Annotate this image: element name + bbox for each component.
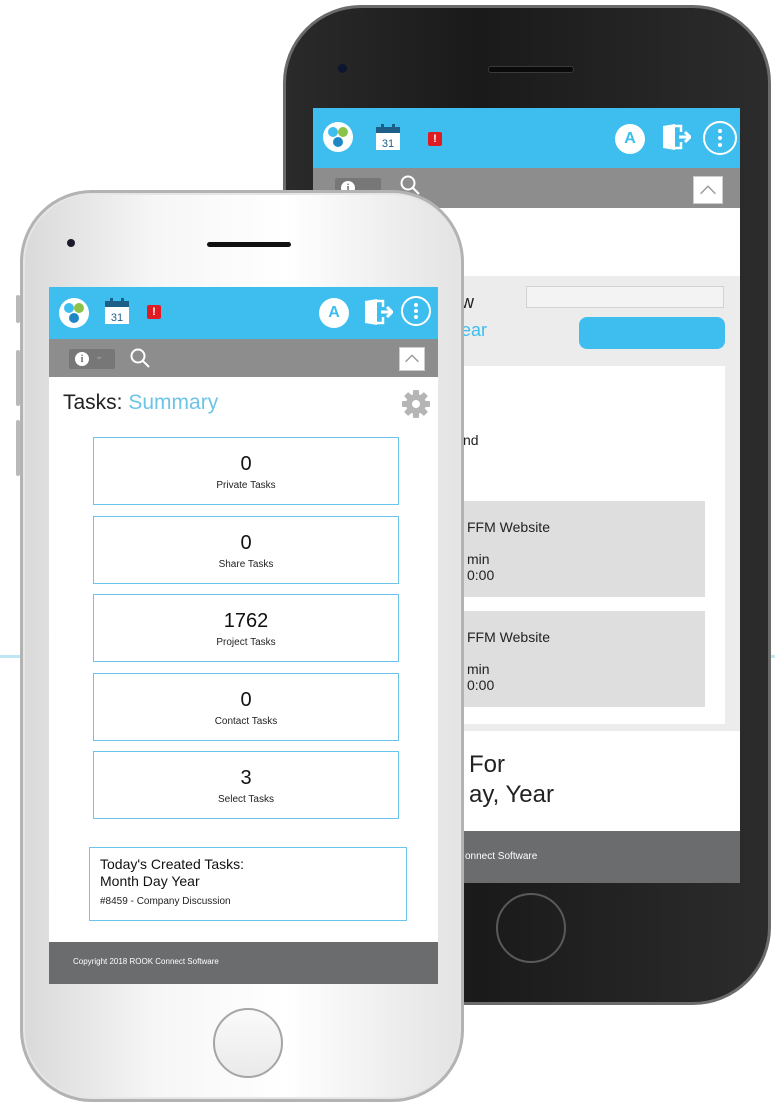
back-heading-line2: ay, Year xyxy=(469,781,554,808)
gear-icon[interactable] xyxy=(401,389,431,419)
back-footer-text: onnect Software xyxy=(465,851,538,862)
task-label: Project Tasks xyxy=(216,637,276,648)
info-icon[interactable]: i ⌄ xyxy=(69,349,115,369)
back-home-button[interactable] xyxy=(496,893,566,963)
search-icon[interactable] xyxy=(129,347,151,369)
task-label: Private Tasks xyxy=(216,480,276,491)
back-heading-line1: For xyxy=(469,751,505,778)
menu-icon[interactable] xyxy=(401,296,431,326)
card-title: FFM Website xyxy=(467,629,550,645)
task-label: Select Tasks xyxy=(218,794,274,805)
page-title-accent: Summary xyxy=(128,391,219,414)
task-card-project[interactable]: 1762 Project Tasks xyxy=(93,594,399,662)
page-title-prefix: Tasks: xyxy=(63,391,123,414)
task-count: 0 xyxy=(240,453,252,475)
collapse-icon[interactable] xyxy=(693,176,723,204)
page-title: Tasks: Summary xyxy=(63,391,218,415)
task-card-private[interactable]: 0 Private Tasks xyxy=(93,437,399,505)
collapse-icon[interactable] xyxy=(399,347,425,371)
avatar-icon[interactable]: A xyxy=(615,124,645,154)
task-count: 1762 xyxy=(223,610,269,632)
front-screen: 31 ! A i ⌄ Tasks: Summary 0 Private Task… xyxy=(49,287,438,984)
today-created-tasks: Today's Created Tasks: Month Day Year #8… xyxy=(89,847,407,921)
side-button xyxy=(16,420,20,476)
task-label: Share Tasks xyxy=(218,559,274,570)
back-card[interactable]: FFM Website min 0:00 xyxy=(463,501,705,597)
alert-icon[interactable]: ! xyxy=(147,305,161,319)
avatar-icon[interactable]: A xyxy=(319,298,349,328)
today-title-line2: Month Day Year xyxy=(100,873,200,889)
task-count: 0 xyxy=(240,689,252,711)
back-card[interactable]: FFM Website min 0:00 xyxy=(463,611,705,707)
front-phone: 31 ! A i ⌄ Tasks: Summary 0 Private Task… xyxy=(20,190,464,1102)
task-card-select[interactable]: 3 Select Tasks xyxy=(93,751,399,819)
task-card-contact[interactable]: 0 Contact Tasks xyxy=(93,673,399,741)
logout-icon[interactable] xyxy=(659,122,691,152)
toolbar: i ⌄ xyxy=(49,339,438,377)
alert-icon[interactable]: ! xyxy=(428,132,442,146)
back-label-ear: ear xyxy=(461,320,488,340)
today-task-link[interactable]: #8459 - Company Discussion xyxy=(100,896,396,907)
card-line: 0:00 xyxy=(467,567,495,583)
side-button xyxy=(16,295,20,323)
back-label-nd: nd xyxy=(463,432,479,448)
side-button xyxy=(16,350,20,406)
calendar-icon[interactable]: 31 xyxy=(104,297,130,325)
back-input-field[interactable] xyxy=(526,286,724,308)
calendar-day: 31 xyxy=(382,138,394,150)
back-action-button[interactable] xyxy=(579,317,725,349)
card-line: min xyxy=(467,661,490,677)
back-top-bar: 31 ! A xyxy=(313,108,740,168)
footer: Copyright 2018 ROOK Connect Software xyxy=(49,942,438,984)
logo-icon[interactable] xyxy=(59,298,89,328)
task-count: 3 xyxy=(240,767,252,789)
task-label: Contact Tasks xyxy=(214,716,278,727)
copyright-text: Copyright 2018 ROOK Connect Software xyxy=(73,957,219,966)
menu-icon[interactable] xyxy=(703,121,737,155)
calendar-icon[interactable]: 31 xyxy=(375,123,401,151)
today-title-line1: Today's Created Tasks: xyxy=(100,856,245,872)
card-title: FFM Website xyxy=(467,519,550,535)
speaker xyxy=(488,66,574,73)
camera xyxy=(67,239,75,247)
logout-icon[interactable] xyxy=(361,297,393,327)
card-line: min xyxy=(467,551,490,567)
logo-icon[interactable] xyxy=(323,122,353,152)
calendar-day: 31 xyxy=(111,312,123,324)
home-button[interactable] xyxy=(213,1008,283,1078)
task-count: 0 xyxy=(240,532,252,554)
card-line: 0:00 xyxy=(467,677,495,693)
camera xyxy=(338,64,347,73)
top-bar: 31 ! A xyxy=(49,287,438,339)
speaker xyxy=(207,242,291,247)
task-card-share[interactable]: 0 Share Tasks xyxy=(93,516,399,584)
